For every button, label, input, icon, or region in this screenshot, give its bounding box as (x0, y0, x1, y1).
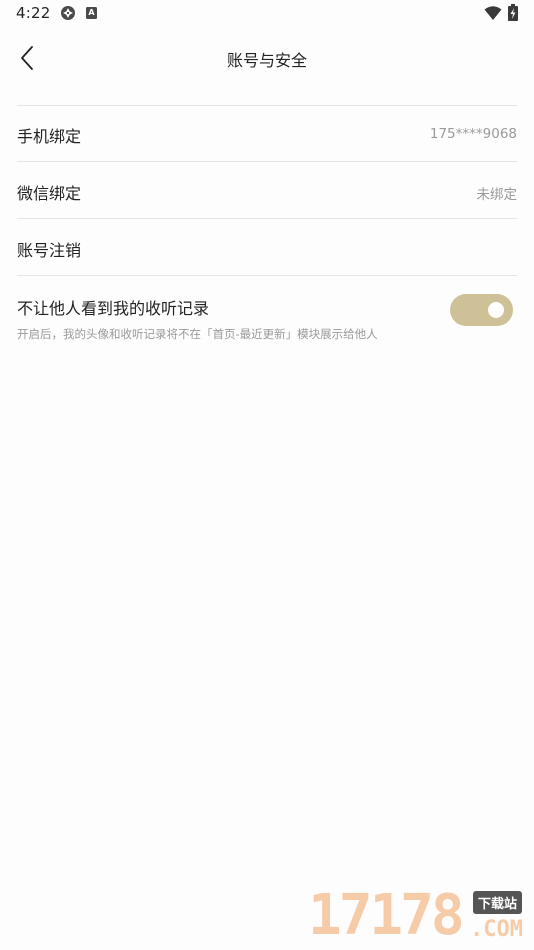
listening-privacy-description: 开启后，我的头像和收听记录将不在「首页-最近更新」模块展示给他人 (17, 327, 378, 341)
wifi-icon (484, 6, 502, 20)
listening-privacy-row: 不让他人看到我的收听记录 开启后，我的头像和收听记录将不在「首页-最近更新」模块… (17, 276, 517, 356)
phone-binding-label: 手机绑定 (17, 127, 82, 146)
status-bar: 4:22 A (0, 0, 534, 28)
wechat-binding-row[interactable]: 微信绑定 未绑定 (17, 163, 517, 219)
phone-binding-row[interactable]: 手机绑定 175****9068 (17, 106, 517, 162)
sync-icon (61, 6, 75, 20)
account-deletion-label: 账号注销 (17, 241, 82, 260)
status-time: 4:22 (16, 4, 51, 22)
notification-badge-icon: A (86, 7, 97, 19)
watermark-tag: 下载站 (473, 891, 523, 914)
watermark-logo: 17178 下载站 .COM (308, 885, 530, 947)
watermark-suffix: .COM (470, 917, 523, 942)
watermark-number: 17178 (308, 883, 465, 948)
toggle-knob (488, 302, 504, 318)
listening-privacy-toggle[interactable] (450, 294, 513, 326)
phone-number-value: 175****9068 (429, 126, 517, 142)
wechat-binding-label: 微信绑定 (17, 184, 82, 203)
listening-privacy-title: 不让他人看到我的收听记录 (17, 299, 210, 318)
battery-icon (508, 4, 518, 21)
account-deletion-row[interactable]: 账号注销 (17, 220, 517, 276)
wechat-binding-status: 未绑定 (476, 187, 518, 203)
nav-bar: 账号与安全 (0, 34, 534, 82)
page-title: 账号与安全 (226, 51, 307, 70)
